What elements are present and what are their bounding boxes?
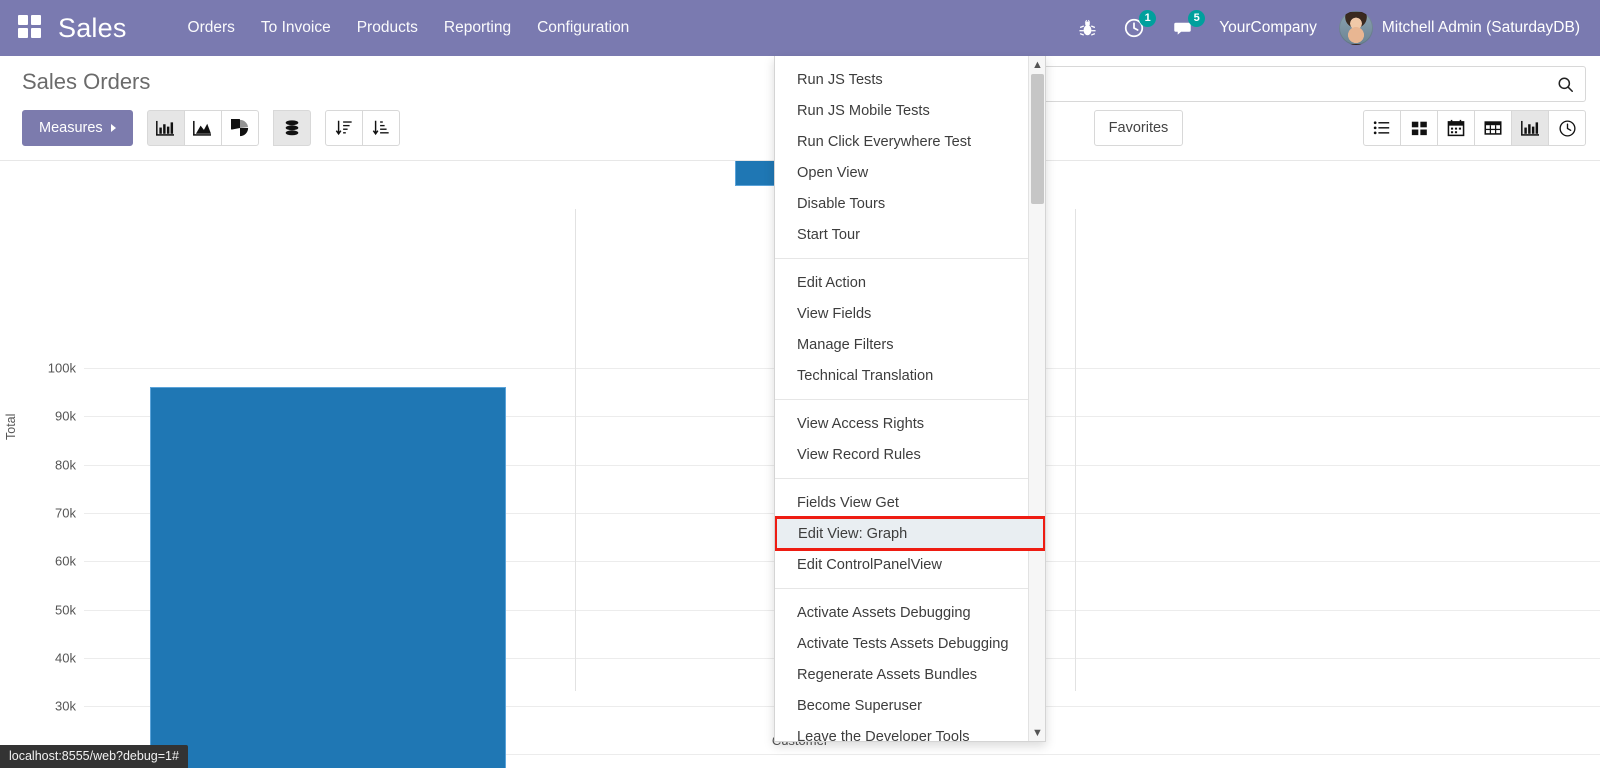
dev-menu-item[interactable]: Edit View: Graph bbox=[775, 516, 1045, 551]
dev-menu-item[interactable]: Activate Assets Debugging bbox=[775, 597, 1045, 628]
y-axis-tick-label: 50k bbox=[55, 602, 76, 617]
chart-bar[interactable] bbox=[150, 387, 506, 768]
activity-menu-toggle[interactable]: 1 bbox=[1110, 8, 1158, 48]
dev-menu-item[interactable]: Run JS Mobile Tests bbox=[775, 95, 1045, 126]
calendar-icon bbox=[1447, 119, 1465, 137]
measures-button[interactable]: Measures bbox=[22, 110, 133, 146]
y-axis-tick-label: 30k bbox=[55, 698, 76, 714]
view-list[interactable] bbox=[1363, 110, 1401, 146]
page-title: Sales Orders bbox=[22, 69, 151, 94]
pie-chart-icon bbox=[230, 119, 248, 137]
user-name-label: Mitchell Admin (SaturdayDB) bbox=[1381, 19, 1580, 36]
dev-menu-item[interactable]: Open View bbox=[775, 157, 1045, 188]
bar-chart-button[interactable] bbox=[146, 110, 185, 146]
y-axis-tick-label: 90k bbox=[55, 408, 76, 424]
y-axis-tick-label: 80k bbox=[55, 457, 76, 473]
dev-menu-item[interactable]: Regenerate Assets Bundles bbox=[775, 659, 1045, 690]
bar-chart-icon bbox=[156, 120, 175, 136]
view-kanban[interactable] bbox=[1400, 110, 1438, 146]
nav-menu-products[interactable]: Products bbox=[344, 13, 431, 43]
status-bar-url: localhost:8555/web?debug=1# bbox=[0, 745, 188, 768]
nav-menu-configuration[interactable]: Configuration bbox=[524, 13, 642, 43]
dev-menu-item[interactable]: Run Click Everywhere Test bbox=[775, 126, 1045, 157]
dev-menu-item[interactable]: View Access Rights bbox=[775, 408, 1045, 439]
view-switcher bbox=[1349, 110, 1586, 146]
database-stack-icon bbox=[285, 120, 298, 136]
sort-amount-desc-icon bbox=[335, 120, 352, 136]
app-brand-sales[interactable]: Sales bbox=[58, 13, 127, 44]
debug-menu-toggle[interactable] bbox=[1065, 8, 1110, 48]
company-switcher[interactable]: YourCompany bbox=[1207, 13, 1329, 43]
scrollbar-thumb[interactable] bbox=[1031, 74, 1044, 204]
avatar bbox=[1338, 11, 1373, 45]
dev-menu-item[interactable]: Become Superuser bbox=[775, 690, 1045, 721]
menu-separator bbox=[775, 258, 1045, 259]
developer-tools-menu-list: Run JS Tests Run JS Mobile Tests Run Click… bbox=[775, 64, 1045, 742]
dev-menu-item[interactable]: Leave the Developer Tools bbox=[775, 721, 1045, 742]
category-separator bbox=[575, 209, 576, 691]
kanban-icon bbox=[1411, 121, 1427, 135]
stacked-group bbox=[272, 110, 311, 146]
caret-right-icon bbox=[110, 124, 116, 132]
user-menu-toggle[interactable]: Mitchell Admin (SaturdayDB) bbox=[1329, 7, 1586, 49]
nav-menu-to-invoice[interactable]: To Invoice bbox=[248, 13, 344, 43]
category-separator bbox=[1075, 209, 1076, 691]
dev-menu-item[interactable]: Edit ControlPanelView bbox=[775, 549, 1045, 580]
area-chart-icon bbox=[193, 120, 212, 136]
sort-ascending-button[interactable] bbox=[361, 110, 400, 146]
messaging-badge-count: 5 bbox=[1188, 10, 1206, 27]
messaging-menu-toggle[interactable]: 5 bbox=[1158, 8, 1207, 48]
dev-menu-item[interactable]: Start Tour bbox=[775, 219, 1045, 250]
menu-separator bbox=[775, 399, 1045, 400]
dev-menu-item[interactable]: Disable Tours bbox=[775, 188, 1045, 219]
pivot-table-icon bbox=[1484, 121, 1502, 135]
bar-chart-icon bbox=[1520, 120, 1539, 136]
y-axis-tick-label: 70k bbox=[55, 505, 76, 521]
view-calendar[interactable] bbox=[1437, 110, 1475, 146]
y-axis-ticks: 0.0010k20k30k40k50k60k70k80k90k100k bbox=[0, 161, 82, 768]
top-navbar: Sales Orders To Invoice Products Reporti… bbox=[0, 0, 1600, 56]
dropdown-scrollbar[interactable]: ▲ ▼ bbox=[1028, 56, 1045, 741]
chevron-up-icon[interactable]: ▲ bbox=[1029, 56, 1045, 73]
menu-separator bbox=[775, 588, 1045, 589]
dev-menu-item[interactable]: View Record Rules bbox=[775, 439, 1045, 470]
stacked-button[interactable] bbox=[272, 110, 311, 146]
dev-menu-item[interactable]: Run JS Tests bbox=[775, 64, 1045, 95]
favorites-button[interactable]: Favorites bbox=[1093, 110, 1184, 146]
nav-menu-orders[interactable]: Orders bbox=[175, 13, 248, 43]
sort-group bbox=[324, 110, 400, 146]
favorites-label: Favorites bbox=[1108, 120, 1169, 136]
view-switcher-group bbox=[1363, 110, 1586, 146]
dev-menu-item[interactable]: Manage Filters bbox=[775, 329, 1045, 360]
dev-menu-item[interactable]: View Fields bbox=[775, 298, 1045, 329]
chart-type-group bbox=[146, 110, 259, 146]
chevron-down-icon[interactable]: ▼ bbox=[1029, 724, 1045, 741]
dev-menu-item[interactable]: Edit Action bbox=[775, 267, 1045, 298]
view-graph[interactable] bbox=[1511, 110, 1549, 146]
dev-menu-item[interactable]: Technical Translation bbox=[775, 360, 1045, 391]
view-pivot[interactable] bbox=[1474, 110, 1512, 146]
pie-chart-button[interactable] bbox=[220, 110, 259, 146]
y-axis-tick-label: 60k bbox=[55, 553, 76, 569]
dev-menu-item[interactable]: Fields View Get bbox=[775, 487, 1045, 518]
y-axis-tick-label: 100k bbox=[47, 360, 76, 376]
developer-tools-dropdown: Run JS Tests Run JS Mobile Tests Run Click… bbox=[774, 56, 1046, 742]
clock-icon bbox=[1558, 119, 1576, 137]
dev-menu-item[interactable]: Activate Tests Assets Debugging bbox=[775, 628, 1045, 659]
list-icon bbox=[1373, 121, 1390, 135]
nav-menu-reporting[interactable]: Reporting bbox=[431, 13, 524, 43]
apps-grid-icon[interactable] bbox=[18, 15, 44, 41]
view-activity[interactable] bbox=[1548, 110, 1586, 146]
bug-icon bbox=[1079, 19, 1096, 36]
activity-badge-count: 1 bbox=[1139, 10, 1157, 27]
line-chart-button[interactable] bbox=[183, 110, 222, 146]
menu-separator bbox=[775, 478, 1045, 479]
y-axis-tick-label: 40k bbox=[55, 650, 76, 666]
sort-descending-button[interactable] bbox=[324, 110, 363, 146]
sort-amount-asc-icon bbox=[372, 120, 389, 136]
navbar-right-group: 1 5 YourCompany Mitchell Admin (Saturday… bbox=[1065, 7, 1586, 49]
measures-label: Measures bbox=[39, 120, 103, 136]
search-icon[interactable] bbox=[1556, 75, 1575, 94]
